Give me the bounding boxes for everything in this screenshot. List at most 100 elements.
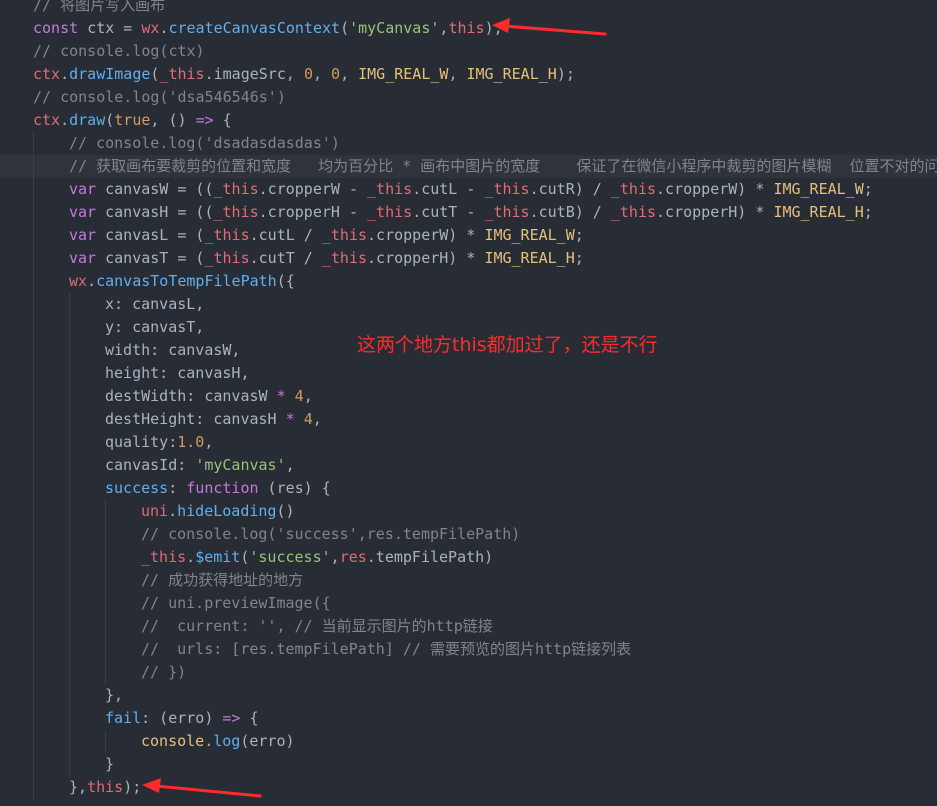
code-token: ctx =: [87, 19, 142, 37]
red-arrow-bottom: [142, 778, 262, 798]
code-content: height: canvasH,: [105, 362, 250, 385]
indent-guide: [33, 753, 34, 776]
code-token: this: [448, 19, 485, 37]
indent-guide: [69, 638, 70, 661]
code-token: res: [339, 548, 367, 566]
code-content: ctx.draw(true, () => {: [33, 109, 232, 132]
code-token: canvasL = (: [105, 226, 205, 244]
code-token: ({: [276, 272, 295, 290]
indent-guide: [69, 661, 70, 684]
code-token: _this: [610, 180, 657, 198]
indent-guide: [69, 293, 70, 316]
code-content: // current: '', // 当前显示图片的http链接: [141, 615, 493, 638]
indent-guide: [33, 431, 34, 454]
code-line: // 获取画布要裁剪的位置和宽度 均为百分比 * 画布中图片的宽度 保证了在微信…: [0, 155, 937, 178]
code-token: .cropperW) *: [367, 226, 485, 244]
code-token: height: canvasH,: [105, 364, 250, 382]
indent-guide: [105, 592, 106, 615]
code-token: .cropperW -: [258, 180, 368, 198]
code-token: 1.0: [177, 433, 205, 451]
code-token: // current: '', // 当前显示图片的http链接: [141, 617, 493, 635]
code-token: // 成功获得地址的地方: [141, 571, 304, 589]
code-token: .cutL /: [249, 226, 322, 244]
code-line: // console.log(ctx): [0, 40, 937, 63]
code-token: 'myCanvas': [349, 19, 440, 37]
code-token: ;: [574, 249, 584, 267]
indent-guide: [33, 776, 34, 799]
code-content: // 获取画布要裁剪的位置和宽度 均为百分比 * 画布中图片的宽度 保证了在微信…: [69, 155, 937, 178]
indent-guide: [33, 684, 34, 707]
code-token: );: [556, 65, 575, 83]
code-token: ,: [312, 65, 332, 83]
code-token: (res) {: [258, 479, 331, 497]
code-token: },: [105, 686, 124, 704]
indent-guide: [69, 316, 70, 339]
code-token: .: [60, 111, 70, 129]
code-token: 4: [294, 387, 304, 405]
code-line: // current: '', // 当前显示图片的http链接: [0, 615, 937, 638]
code-token: // uni.previewImage({: [141, 594, 331, 612]
code-token: =>: [195, 111, 214, 129]
code-token: destHeight: canvasH: [105, 410, 286, 428]
code-token: // 将图片写入画布: [33, 0, 166, 14]
code-token: IMG_REAL_W: [773, 180, 864, 198]
indent-guide: [33, 661, 34, 684]
code-line: console.log(erro): [0, 730, 937, 753]
code-token: IMG_REAL_H: [484, 249, 575, 267]
annotation-note: 这两个地方this都加过了，还是不行: [357, 334, 658, 356]
code-token: IMG_REAL_W: [358, 65, 449, 83]
indent-guide: [105, 730, 106, 753]
code-token: 0: [303, 65, 313, 83]
code-line: }: [0, 753, 937, 776]
code-content: destWidth: canvasW * 4,: [105, 385, 313, 408]
code-line: height: canvasH,: [0, 362, 937, 385]
code-editor[interactable]: // 将图片写入画布 const ctx = wx.createCanvasCon…: [0, 0, 937, 803]
indent-guide: [33, 592, 34, 615]
code-content: // urls: [res.tempFilePath] // 需要预览的图片ht…: [141, 638, 631, 661]
code-token: _this: [610, 203, 657, 221]
code-line: destHeight: canvasH * 4,: [0, 408, 937, 431]
code-token: .cutR) /: [529, 180, 611, 198]
code-token: this: [87, 778, 124, 796]
code-token: _this: [141, 548, 187, 566]
code-token: .cutT -: [412, 203, 485, 221]
code-token: draw: [69, 111, 106, 129]
code-token: .cutL -: [412, 180, 485, 198]
code-token: var: [69, 249, 106, 267]
code-token: // console.log('dsadasdasdas'): [69, 134, 340, 152]
code-token: .imageSrc,: [204, 65, 304, 83]
code-content: },: [105, 684, 123, 707]
code-line: var canvasL = (_this.cutL / _this.croppe…: [0, 224, 937, 247]
code-content: var canvasL = (_this.cutL / _this.croppe…: [69, 224, 584, 247]
code-token: canvasToTempFilePath: [96, 272, 277, 290]
code-token: _this: [204, 226, 250, 244]
indent-guide: [33, 270, 34, 293]
code-token: .: [87, 272, 97, 290]
indent-guide: [105, 546, 106, 569]
code-token: .: [204, 732, 214, 750]
code-content: },this);: [69, 776, 141, 799]
code-line: success: function (res) {: [0, 477, 937, 500]
code-token: var: [69, 203, 106, 221]
code-token: _this: [213, 180, 259, 198]
indent-guide: [105, 523, 106, 546]
code-line: _this.$emit('success',res.tempFilePath): [0, 546, 937, 569]
code-line: // console.log('success',res.tempFilePat…: [0, 523, 937, 546]
code-token: =>: [222, 709, 241, 727]
code-token: createCanvasContext: [168, 19, 341, 37]
code-token: , (): [150, 111, 196, 129]
code-token: *: [276, 387, 286, 405]
code-token: hideLoading: [177, 502, 277, 520]
code-content: quality:1.0,: [105, 431, 213, 454]
code-token: canvasW = ((: [105, 180, 214, 198]
code-token: // urls: [res.tempFilePath] // 需要预览的图片ht…: [141, 640, 632, 658]
indent-guide: [105, 638, 106, 661]
indent-guide: [69, 753, 70, 776]
code-token: .tempFilePath): [366, 548, 494, 566]
indent-guide: [33, 339, 34, 362]
code-token: drawImage: [69, 65, 151, 83]
code-token: IMG_REAL_H: [773, 203, 864, 221]
code-content: var canvasH = ((_this.cropperH - _this.c…: [69, 201, 873, 224]
code-token: ,: [285, 456, 295, 474]
